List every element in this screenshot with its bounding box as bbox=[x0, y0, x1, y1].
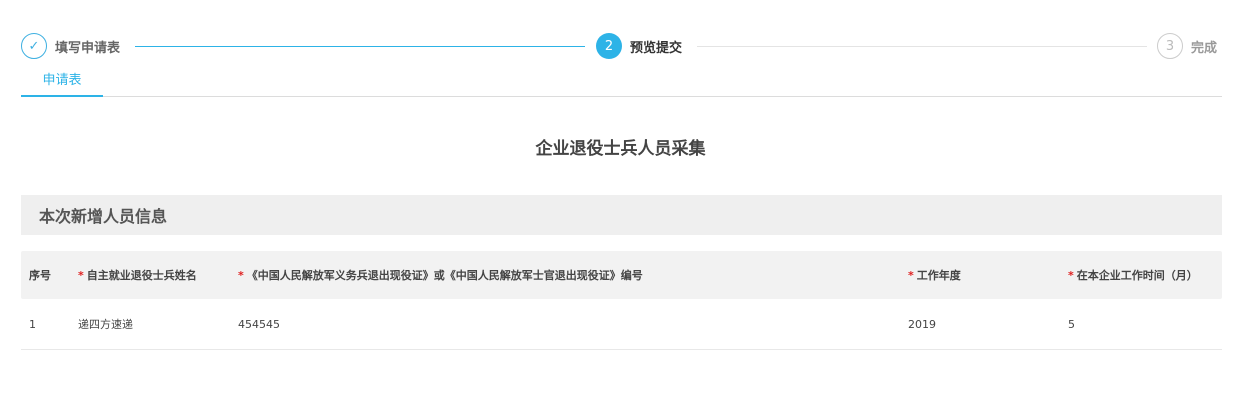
column-header-name: * 自主就业退役士兵姓名 bbox=[78, 269, 197, 282]
section-title: 本次新增人员信息 bbox=[21, 195, 1222, 235]
step-complete: 3 完成 bbox=[1157, 33, 1217, 59]
step-number: 3 bbox=[1157, 33, 1183, 59]
tab-application-form[interactable]: 申请表 bbox=[21, 62, 103, 97]
cell-name: 递四方速递 bbox=[78, 318, 133, 331]
table-row: 1 递四方速递 454545 2019 5 bbox=[21, 299, 1222, 350]
check-icon: ✓ bbox=[21, 33, 47, 59]
personnel-table: 序号 * 自主就业退役士兵姓名 * 《中国人民解放军义务兵退出现役证》或《中国人民解… bbox=[21, 251, 1222, 350]
step-number: 2 bbox=[596, 33, 622, 59]
step-fill-form: ✓ 填写申请表 bbox=[21, 33, 120, 59]
table-header: 序号 * 自主就业退役士兵姓名 * 《中国人民解放军义务兵退出现役证》或《中国人民解… bbox=[21, 251, 1222, 299]
required-mark: * bbox=[908, 269, 914, 282]
column-header-work-months: * 在本企业工作时间（月） bbox=[1068, 269, 1198, 282]
step-label: 预览提交 bbox=[630, 40, 683, 56]
tab-bar: 申请表 bbox=[21, 62, 1222, 97]
required-mark: * bbox=[78, 269, 84, 282]
cell-work-months: 5 bbox=[1068, 317, 1075, 331]
step-label: 完成 bbox=[1191, 40, 1218, 56]
step-preview-submit: 2 预览提交 bbox=[596, 33, 682, 59]
required-mark: * bbox=[1068, 269, 1074, 282]
page-title: 企业退役士兵人员采集 bbox=[535, 139, 706, 159]
step-connector-pending bbox=[697, 46, 1147, 47]
progress-steps: ✓ 填写申请表 2 预览提交 3 完成 bbox=[21, 33, 1222, 61]
cell-index: 1 bbox=[29, 317, 36, 331]
required-mark: * bbox=[238, 269, 244, 282]
column-header-index: 序号 bbox=[29, 269, 51, 282]
column-header-work-year: * 工作年度 bbox=[908, 269, 961, 282]
cell-certificate-number: 454545 bbox=[238, 317, 280, 331]
column-header-certificate-number: * 《中国人民解放军义务兵退出现役证》或《中国人民解放军士官退出现役证》编号 bbox=[238, 269, 643, 282]
cell-work-year: 2019 bbox=[908, 317, 936, 331]
step-connector-done bbox=[135, 46, 585, 47]
step-label: 填写申请表 bbox=[55, 40, 121, 56]
